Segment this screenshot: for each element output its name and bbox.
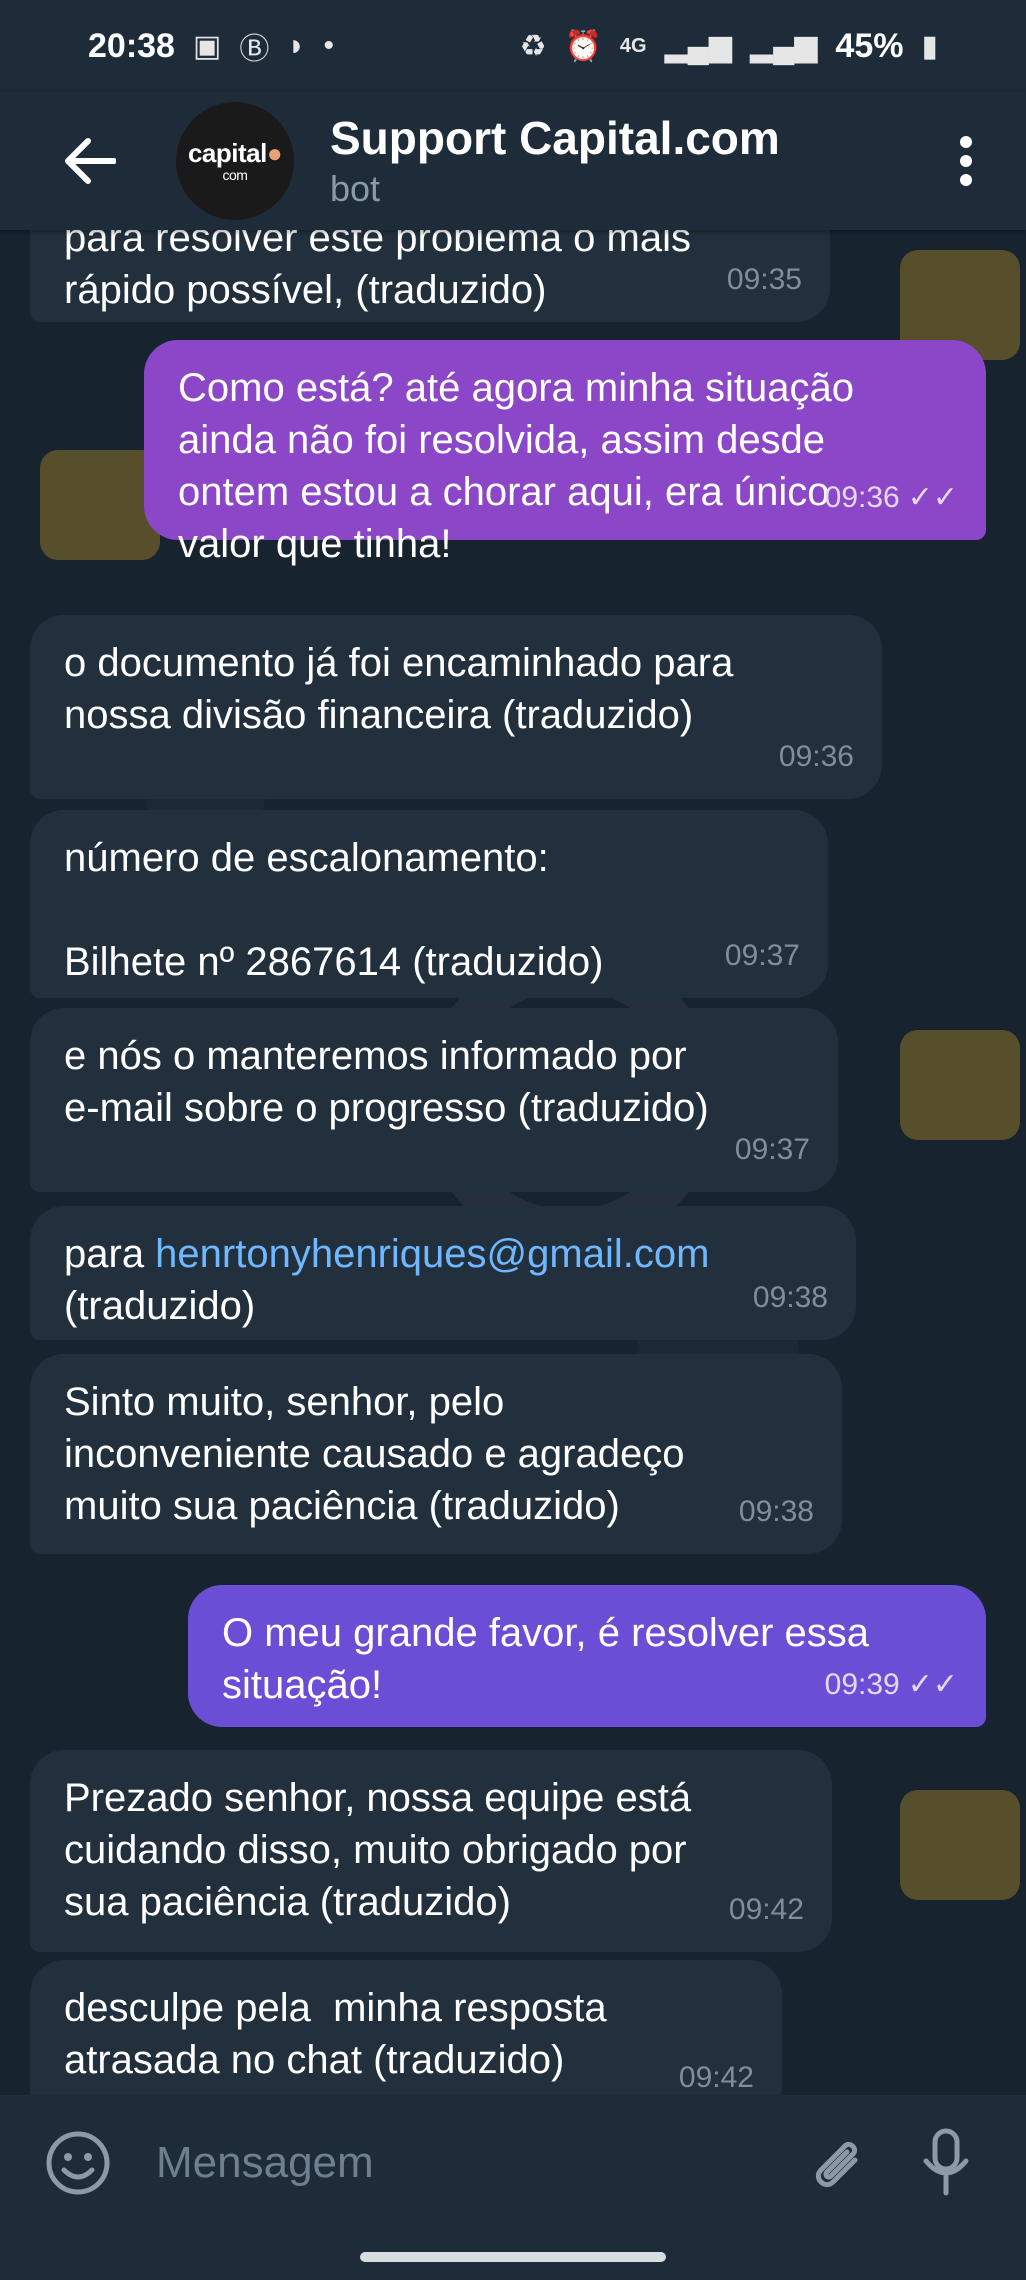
recycle-icon: ♻ <box>519 29 547 63</box>
message-time: 09:37 <box>724 939 800 972</box>
signal-icon: ▂▄▆ <box>664 29 733 63</box>
email-link[interactable]: henrtonyhenriques@gmail.com <box>155 1232 709 1276</box>
message-bubble[interactable]: Prezado senhor, nossa equipe está cuidan… <box>30 1750 832 1952</box>
attach-icon <box>815 2141 858 2187</box>
message-input[interactable] <box>154 2121 766 2204</box>
navigation-bar <box>0 2230 1026 2280</box>
status-bar: 20:38 ▣ Ⓑ ◗ • ♻ ⏰ 4G ▂▄▆ ▂▄▆ 45% ▮ <box>0 0 1026 92</box>
message-bubble[interactable]: para henrtonyhenriques@gmail.com (traduz… <box>30 1206 856 1340</box>
back-arrow-icon <box>65 138 116 184</box>
mic-icon <box>923 2128 969 2195</box>
message-prefix: para <box>64 1232 156 1276</box>
message-text: para henrtonyhenriques@gmail.com (traduz… <box>64 1228 822 1332</box>
avatar-subtext: com <box>222 167 248 183</box>
avatar-dot: ● <box>266 138 283 168</box>
message-bubble-outgoing[interactable]: O meu grande favor, é resolver essa situ… <box>188 1585 986 1727</box>
b-app-icon: Ⓑ <box>239 33 270 66</box>
battery-level: 45% <box>835 26 904 65</box>
gallery-icon: ▣ <box>192 29 222 63</box>
mic-button[interactable] <box>906 2123 986 2203</box>
message-bubble[interactable]: o documento já foi encaminhado para noss… <box>30 615 882 799</box>
battery-icon: ▮ <box>921 29 938 63</box>
message-time: 09:36 <box>824 481 900 514</box>
message-time: 09:37 <box>734 1133 810 1166</box>
more-options-button[interactable] <box>936 113 996 209</box>
message-bubble-outgoing[interactable]: Como está? até agora minha situação aind… <box>144 340 986 566</box>
status-time: 20:38 <box>88 26 175 65</box>
message-input-bar <box>0 2095 1026 2230</box>
message-text: desculpe pela minha resposta atrasada no… <box>64 1986 607 2082</box>
message-time: 09:36 <box>778 740 854 773</box>
home-gesture-handle[interactable] <box>360 2252 666 2262</box>
alarm-icon: ⏰ <box>564 29 602 63</box>
message-time: 09:38 <box>738 1495 814 1528</box>
message-bubble[interactable]: para resolver este problema o mais rápid… <box>30 230 830 322</box>
message-text: Prezado senhor, nossa equipe está cuidan… <box>64 1776 692 1924</box>
message-time: 09:35 <box>726 263 802 296</box>
message-suffix: (traduzido) <box>64 1284 256 1328</box>
attach-button[interactable] <box>796 2123 876 2203</box>
message-time: 09:39 <box>824 1668 900 1701</box>
message-bubble[interactable]: número de escalonamento: Bilhete nº 2867… <box>30 810 828 998</box>
signal-icon-2: ▂▄▆ <box>750 29 818 63</box>
emoji-button[interactable] <box>40 2125 116 2201</box>
message-time: 09:42 <box>728 1893 804 1926</box>
avatar-text: capital <box>187 138 267 168</box>
chat-title: Support Capital.com <box>330 111 780 164</box>
chat-area[interactable]: para resolver este problema o mais rápid… <box>0 230 1026 2095</box>
back-button[interactable] <box>42 113 138 209</box>
message-time: 09:38 <box>752 1281 828 1314</box>
message-text: e nós o manteremos informado por e-mail … <box>64 1034 709 1130</box>
message-time: 09:42 <box>678 2061 754 2094</box>
notification-dot: • <box>323 29 334 62</box>
avatar[interactable]: capital● com <box>176 102 294 220</box>
chat-app-icon: ◗ <box>287 29 306 62</box>
chat-header: capital● com Support Capital.com bot <box>0 92 1026 230</box>
chat-subtitle: bot <box>330 168 381 210</box>
message-bubble[interactable]: e nós o manteremos informado por e-mail … <box>30 1008 838 1192</box>
chat-title-block[interactable]: Support Capital.com bot <box>330 112 936 211</box>
message-bubble[interactable]: desculpe pela minha resposta atrasada no… <box>30 1960 782 2095</box>
read-checkmarks-icon: ✓✓ <box>907 481 958 514</box>
message-bubble[interactable]: Sinto muito, senhor, pelo inconveniente … <box>30 1354 842 1554</box>
more-vert-icon <box>960 136 972 186</box>
watermark-badge <box>900 1790 1020 1900</box>
emoji-icon <box>46 2131 110 2194</box>
message-text: Como está? até agora minha situação aind… <box>178 366 854 566</box>
network-type: 4G <box>619 34 647 57</box>
watermark-badge <box>900 1030 1020 1140</box>
read-checkmarks-icon: ✓✓ <box>907 1668 958 1701</box>
watermark-badge <box>40 450 160 560</box>
message-text: Sinto muito, senhor, pelo inconveniente … <box>64 1380 685 1528</box>
message-text: para resolver este problema o mais rápid… <box>64 230 691 312</box>
message-text: número de escalonamento: Bilhete nº 2867… <box>64 836 604 984</box>
message-text: o documento já foi encaminhado para noss… <box>64 641 734 737</box>
